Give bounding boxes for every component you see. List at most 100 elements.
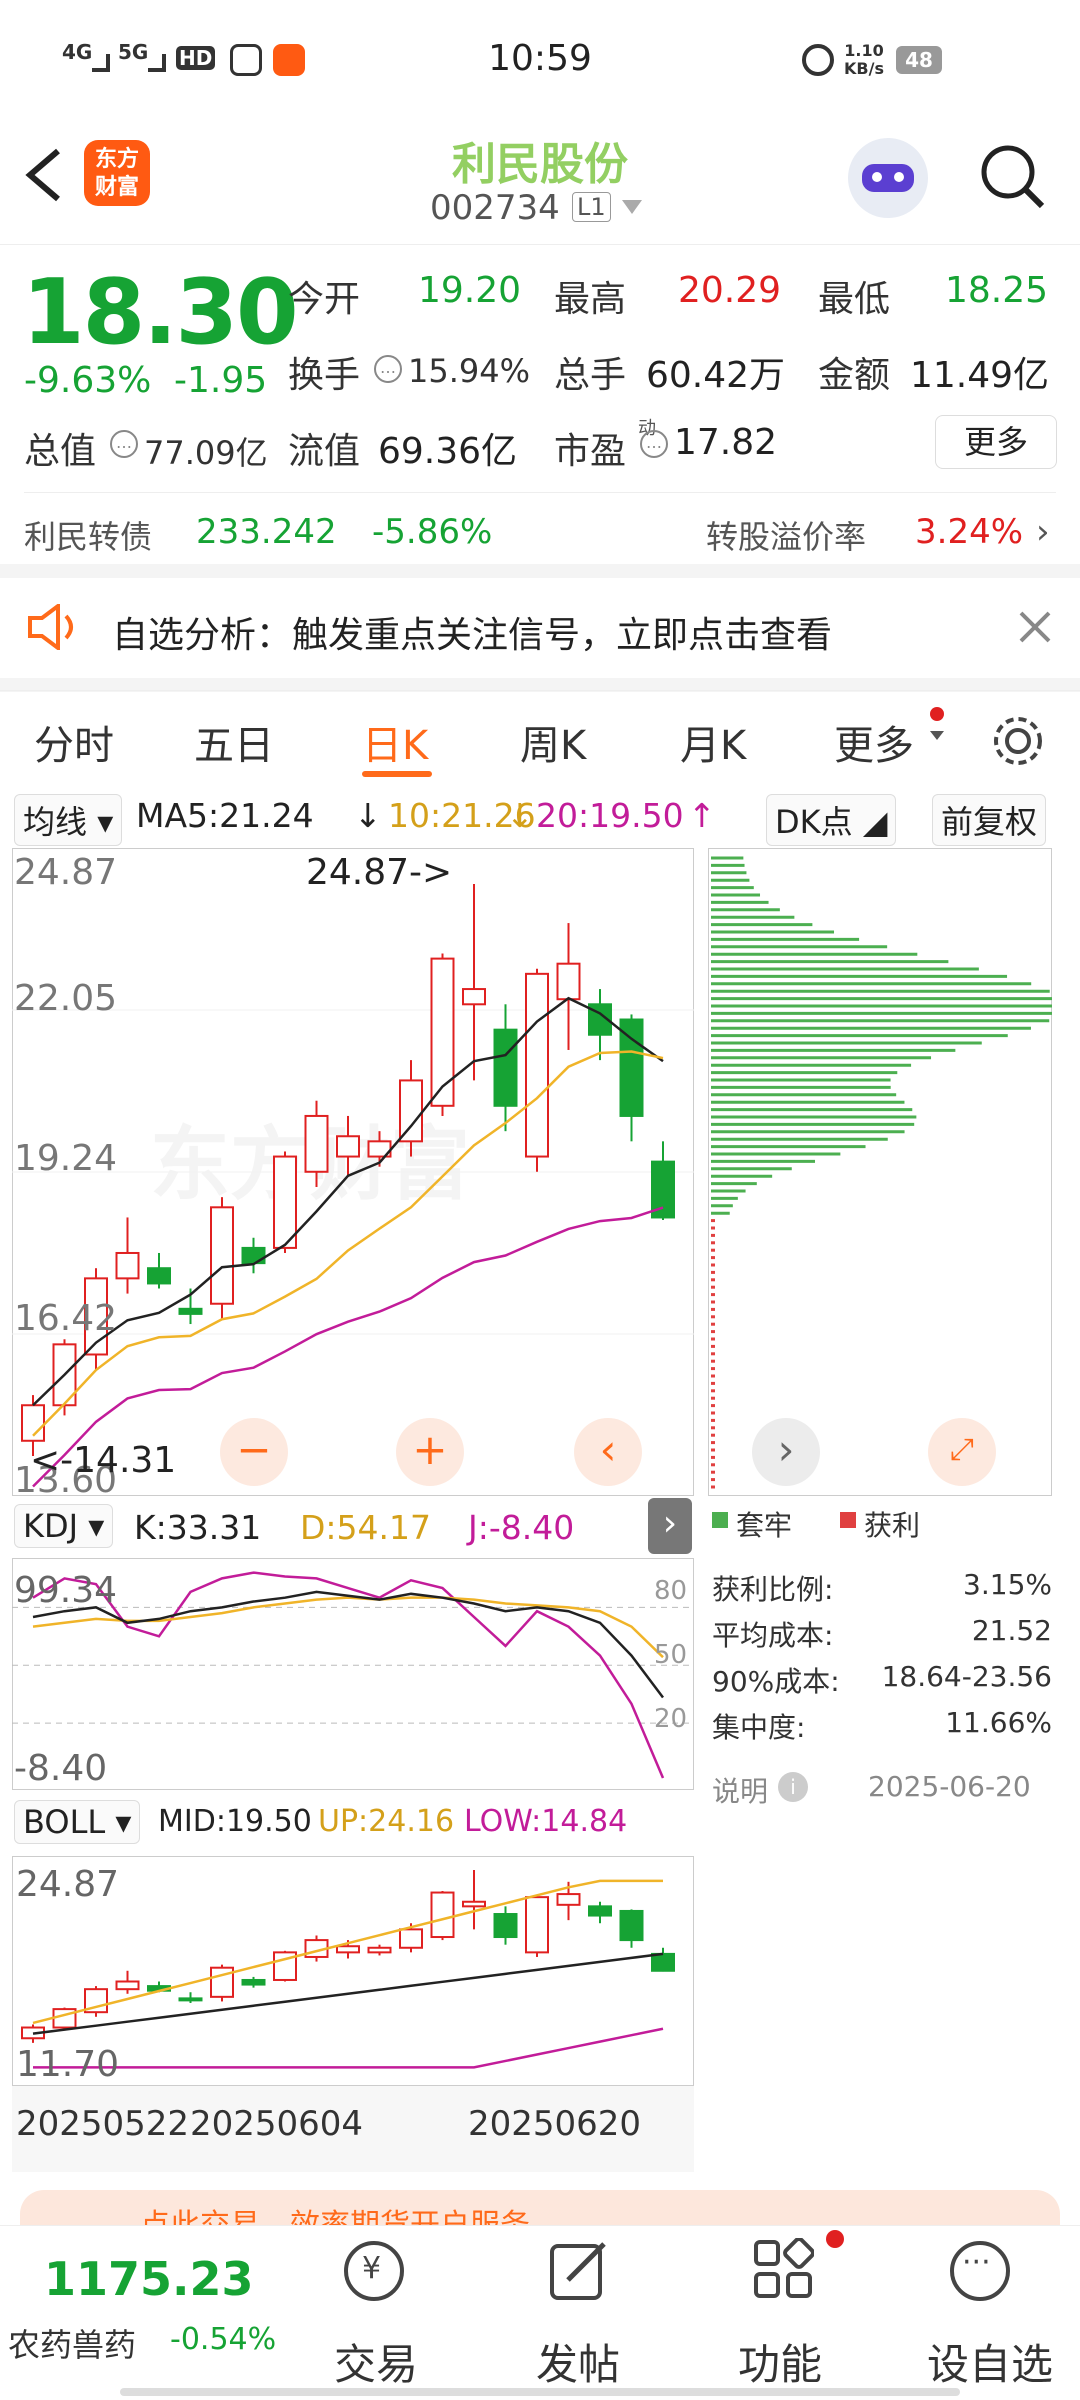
red-dot-badge [826, 2230, 844, 2248]
low-value: 18.25 [945, 270, 1049, 311]
robot-assistant-icon[interactable] [848, 138, 928, 218]
close-icon[interactable] [1018, 610, 1052, 644]
boll-candle-body [399, 1928, 423, 1949]
boll-candle-body [619, 1909, 644, 1942]
chip-stat-value: 11.66% [945, 1706, 1052, 1739]
chip-distribution-chart [711, 856, 1052, 1489]
add-watchlist-button[interactable]: 设自选 [910, 2331, 1070, 2392]
float-value: 69.36亿 [378, 431, 518, 472]
bond-price: 233.242 [196, 512, 337, 552]
boll-candle-body [525, 1896, 549, 1954]
candle-body [336, 1135, 360, 1158]
boll-low-line [33, 2027, 664, 2069]
high-value: 20.29 [678, 270, 782, 311]
notice-bar[interactable]: 自选分析：触发重点关注信号，立即点击查看 [0, 578, 1080, 678]
premium-label: 转股溢价率 [706, 518, 867, 556]
boll-candle-body [493, 1913, 518, 1939]
chip-stat-value: 3.15% [963, 1568, 1052, 1601]
boll-candle-body [115, 1980, 140, 1991]
zoom-in-button[interactable]: + [396, 1418, 464, 1486]
tab-more[interactable]: 更多 [834, 713, 914, 771]
chip-stat-label: 平均成本: [712, 1619, 834, 1652]
explain-link[interactable]: 说明 [712, 1770, 768, 1810]
zoom-out-button[interactable]: − [220, 1418, 288, 1486]
functions-button[interactable]: 功能 [710, 2331, 850, 2392]
info-icon[interactable]: … [374, 355, 402, 383]
convertible-bond-row[interactable]: 利民转债 233.242 -5.86% 转股溢价率 3.24% › [0, 508, 1080, 563]
expand-indicator-button[interactable]: › [648, 1498, 692, 1554]
change-pct: -9.63% [24, 360, 152, 401]
tab-weekly-k[interactable]: 周K [520, 713, 586, 771]
scroll-left-button[interactable]: ‹ [574, 1418, 642, 1486]
info-icon[interactable]: i [778, 1772, 808, 1802]
tab-intraday[interactable]: 分时 [34, 713, 114, 771]
float-label: 流值 [288, 431, 361, 472]
tab-monthly-k[interactable]: 月K [680, 713, 746, 771]
y-label: 16.42 [14, 1298, 118, 1339]
ma10-arrow-down-icon: ↓ [506, 796, 534, 835]
chevron-down-icon [930, 731, 944, 740]
high-label: 最高 [554, 279, 627, 320]
bottom-toolbar: 1175.23 农药兽药 -0.54% ¥ 交易 发帖 功能 ··· 设自选 [0, 2225, 1080, 2400]
chip-stat-label: 集中度: [712, 1711, 806, 1744]
chip-stat-label: 90%成本: [712, 1665, 840, 1698]
amount-label: 金额 [818, 355, 891, 396]
y-label-top: 24.87 [14, 852, 118, 893]
speaker-icon [28, 604, 73, 650]
grid-apps-icon[interactable] [752, 2238, 814, 2300]
tab-daily-k[interactable]: 日K [362, 713, 428, 771]
last-price: 18.30 [22, 260, 299, 365]
kdj-k-value: K:33.31 [134, 1508, 262, 1547]
ma20-arrow-up-icon: ↑ [688, 796, 716, 835]
dk-point-button[interactable]: DK点 ◢ [766, 794, 897, 846]
kdj-d-value: D:54.17 [300, 1508, 432, 1547]
boll-bottom-label: 11.70 [16, 2044, 120, 2085]
more-button[interactable]: 更多 [935, 415, 1057, 469]
chip-stat-value: 21.52 [971, 1614, 1052, 1647]
search-icon[interactable] [978, 142, 1048, 212]
post-edit-icon[interactable] [548, 2238, 610, 2304]
open-label: 今开 [288, 279, 361, 320]
more-dots-icon[interactable]: ··· [950, 2241, 1010, 2301]
index-value[interactable]: 1175.23 [44, 2252, 254, 2306]
ma5-value: MA5:21.24 [136, 796, 314, 835]
boll-candle-body [651, 1952, 675, 1972]
tab-five-day[interactable]: 五日 [194, 713, 274, 771]
chevron-down-icon[interactable] [622, 200, 642, 216]
info-icon[interactable]: … [110, 430, 138, 458]
candle-body [462, 988, 486, 1006]
gear-icon[interactable] [990, 713, 1046, 769]
low-label: 最低 [818, 279, 891, 320]
kdj-level: 80 [654, 1576, 688, 1606]
change-amount: -1.95 [174, 360, 268, 401]
boll-mid-value: MID:19.50 [158, 1804, 312, 1839]
premium-value: 3.24% [915, 512, 1024, 552]
chip-stat-value: 18.64-23.56 [881, 1660, 1052, 1693]
level-badge[interactable]: L1 [572, 192, 611, 222]
stock-code[interactable]: 002734 [430, 188, 560, 228]
post-button[interactable]: 发帖 [508, 2331, 648, 2392]
boll-candle-body [556, 1893, 581, 1906]
boll-candle-body [588, 1905, 612, 1917]
indicator-select-kdj[interactable]: KDJ ▾ [14, 1504, 114, 1548]
mcap-label: 总值 [24, 431, 97, 472]
candle-body [556, 962, 581, 1001]
notice-text: 自选分析：触发重点关注信号，立即点击查看 [112, 615, 833, 656]
turnover-label: 换手 [288, 355, 361, 396]
trade-button[interactable]: 交易 [306, 2331, 446, 2392]
section-gap [0, 564, 1080, 578]
status-bar: 4G 5G HD 10:59 1.10 KB/s 48 [0, 0, 1080, 120]
trade-icon[interactable]: ¥ [344, 2241, 404, 2301]
indicator-select-ma[interactable]: 均线 ▾ [14, 794, 123, 846]
profit-legend: 获利 [864, 1509, 921, 1542]
info-icon[interactable]: … [640, 430, 668, 458]
kdj-j-value: J:-8.40 [468, 1508, 575, 1547]
indicator-select-boll[interactable]: BOLL ▾ [14, 1800, 141, 1844]
min-price-marker: <-14.31 [30, 1440, 177, 1481]
turnover-value: 15.94% [408, 352, 531, 390]
adjust-button[interactable]: 前复权 [932, 794, 1047, 846]
trap-legend-swatch [712, 1512, 728, 1528]
volume-label: 总手 [554, 355, 627, 396]
index-name[interactable]: 农药兽药 [8, 2320, 136, 2366]
y-label: 19.24 [14, 1138, 118, 1179]
